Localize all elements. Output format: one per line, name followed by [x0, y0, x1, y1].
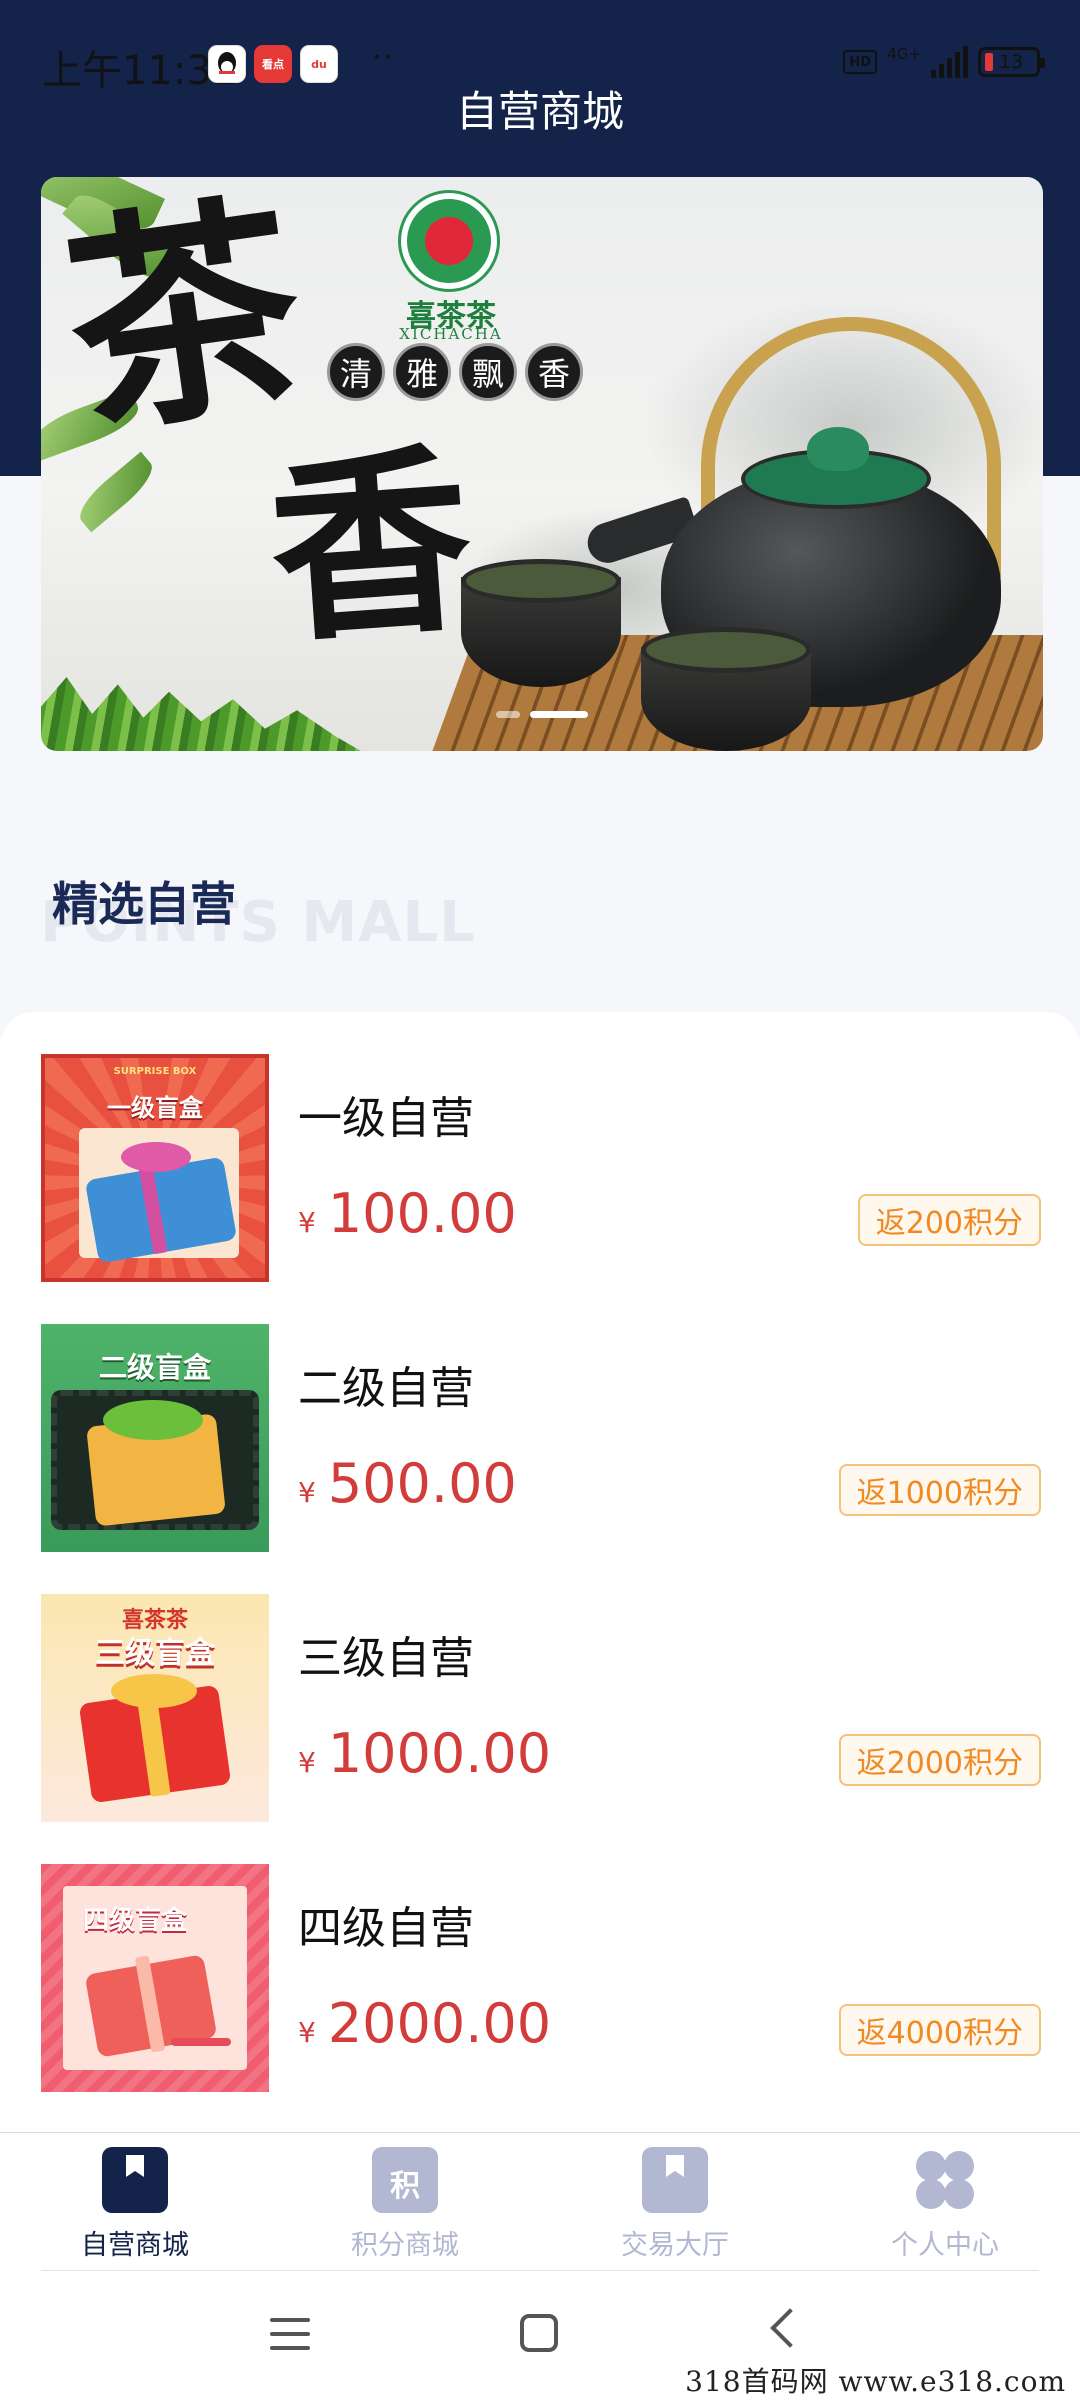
divider: [41, 2270, 1039, 2271]
product-price: ¥ 2000.00: [298, 1992, 551, 2055]
product-list: SURPRISE BOX 一级盲盒 一级自营 ¥ 100.00 返200积分 二…: [0, 1012, 1080, 2132]
thumb-label: 二级盲盒: [98, 1351, 211, 1384]
reward-badge: 返200积分: [857, 1194, 1041, 1246]
back-icon[interactable]: [770, 2308, 810, 2348]
tab-store[interactable]: 自营商城: [35, 2147, 235, 2262]
bottom-tab-bar: 自营商城 积 积分商城 交易大厅 个人中心: [0, 2132, 1080, 2272]
product-price: ¥ 100.00: [298, 1182, 517, 1245]
slogan-char: 雅: [393, 343, 451, 401]
brand-logo-icon: [401, 193, 497, 289]
reward-badge: 返2000积分: [838, 1734, 1041, 1786]
tab-points-mall[interactable]: 积 积分商城: [305, 2147, 505, 2262]
kandian-label: 看点: [262, 58, 284, 71]
status-right: HD 4G+ 13: [843, 44, 1045, 78]
app-screen: 上午11:32 看点 du ·· HD 4G+ 13 自营商城 茶 香 喜茶茶 …: [0, 0, 1080, 2400]
profile-icon: [912, 2147, 978, 2213]
recent-apps-icon[interactable]: [270, 2318, 310, 2360]
banner-dot[interactable]: [496, 711, 520, 718]
section-title: 精选自营: [52, 877, 236, 931]
more-notifications-icon: ··: [372, 40, 396, 75]
network-type: 4G+: [887, 44, 921, 63]
product-item[interactable]: 二级盲盒 二级自营 ¥ 500.00 返1000积分: [41, 1324, 1041, 1552]
thumb-label: 一级盲盒: [107, 1094, 203, 1122]
banner-indicator: [41, 711, 1043, 718]
product-thumbnail[interactable]: 喜茶茶 三级盲盒: [41, 1594, 269, 1822]
price-amount: 2000.00: [327, 1992, 552, 2055]
product-name[interactable]: 一级自营: [298, 1082, 474, 1146]
product-item[interactable]: 喜茶茶 三级盲盒 三级自营 ¥ 1000.00 返2000积分: [41, 1594, 1041, 1822]
tea-cup-rim: [641, 627, 811, 673]
battery-icon: 13: [978, 47, 1045, 77]
hd-icon: HD: [843, 50, 878, 74]
tab-trade-hall[interactable]: 交易大厅: [575, 2147, 775, 2262]
promo-banner[interactable]: 茶 香 喜茶茶 XICHACHA 清 雅 飘 香: [41, 177, 1043, 751]
slogan: 清 雅 飘 香: [327, 343, 583, 401]
du-label: du: [311, 57, 327, 71]
slogan-char: 飘: [459, 343, 517, 401]
price-amount: 500.00: [327, 1452, 517, 1515]
product-thumbnail[interactable]: 二级盲盒: [41, 1324, 269, 1552]
store-icon: [102, 2147, 168, 2213]
gift-bow: [111, 1674, 197, 1708]
tea-cup-rim: [461, 559, 621, 603]
price-amount: 1000.00: [327, 1722, 552, 1785]
teapot-knob: [807, 427, 869, 471]
home-icon[interactable]: [520, 2314, 558, 2352]
product-thumbnail[interactable]: SURPRISE BOX 一级盲盒: [41, 1054, 269, 1282]
tab-label: 个人中心: [891, 2230, 999, 2261]
slogan-char: 清: [327, 343, 385, 401]
trade-icon: [642, 2147, 708, 2213]
reward-badge: 返4000积分: [838, 2004, 1041, 2056]
gift-bow: [121, 1142, 191, 1172]
currency-symbol: ¥: [298, 1206, 316, 1239]
thumb-label: 三级盲盒: [95, 1636, 215, 1671]
product-item[interactable]: 四级盲盒 四级自营 ¥ 2000.00 返4000积分: [41, 1864, 1041, 2092]
product-name[interactable]: 四级自营: [298, 1892, 474, 1956]
points-icon-char: 积: [390, 2169, 420, 2204]
thumb-bar: [171, 2038, 231, 2046]
gift-bow: [103, 1400, 203, 1440]
product-name[interactable]: 三级自营: [298, 1622, 474, 1686]
price-amount: 100.00: [327, 1182, 517, 1245]
currency-symbol: ¥: [298, 1476, 316, 1509]
banner-dot-active[interactable]: [530, 711, 588, 718]
slogan-char: 香: [525, 343, 583, 401]
tab-label: 自营商城: [81, 2230, 189, 2261]
brand-subtitle: XICHACHA: [399, 325, 503, 343]
product-name[interactable]: 二级自营: [298, 1352, 474, 1416]
watermark: 318首码网 www.e318.com: [685, 2365, 1066, 2398]
battery-level: 13: [999, 51, 1024, 73]
product-price: ¥ 500.00: [298, 1452, 517, 1515]
currency-symbol: ¥: [298, 1746, 316, 1779]
currency-symbol: ¥: [298, 2016, 316, 2049]
tab-profile[interactable]: 个人中心: [845, 2147, 1045, 2262]
points-icon: 积: [372, 2147, 438, 2213]
thumb-top-text: SURPRISE BOX: [113, 1066, 197, 1077]
reward-badge: 返1000积分: [838, 1464, 1041, 1516]
product-thumbnail[interactable]: 四级盲盒: [41, 1864, 269, 2092]
tab-label: 积分商城: [351, 2230, 459, 2261]
tab-label: 交易大厅: [621, 2230, 729, 2261]
product-item[interactable]: SURPRISE BOX 一级盲盒 一级自营 ¥ 100.00 返200积分: [41, 1054, 1041, 1282]
thumb-label: 四级盲盒: [82, 1906, 187, 1936]
calligraphy-fragrance: 香: [263, 422, 479, 671]
page-title: 自营商城: [455, 87, 624, 136]
signal-icon: [931, 46, 968, 78]
product-price: ¥ 1000.00: [298, 1722, 551, 1785]
calligraphy-tea: 茶: [51, 177, 317, 468]
